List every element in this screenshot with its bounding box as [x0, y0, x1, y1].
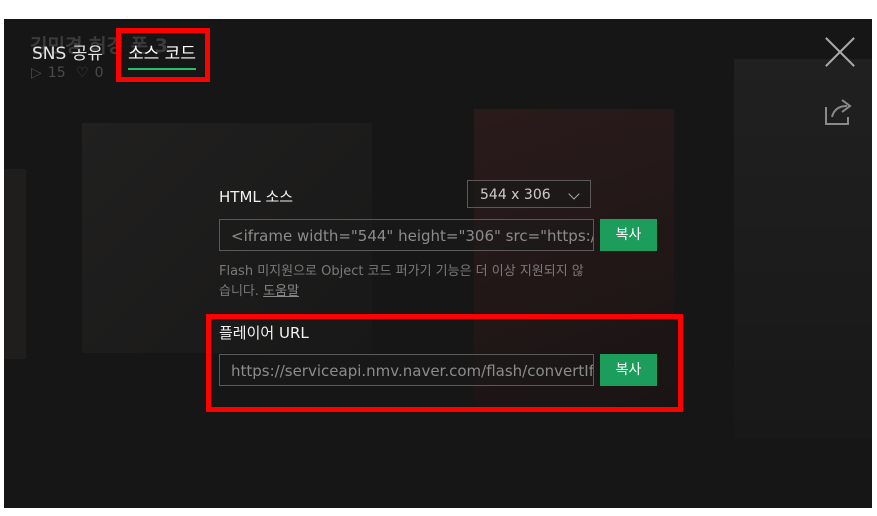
close-icon[interactable]: [822, 34, 858, 70]
embed-size-select[interactable]: 544 x 306: [467, 180, 591, 208]
video-player: 김민경 허경 폰 3 ▷ 15 ♡ 0 SNS 공유 소스 코드 HTML 소스 5…: [4, 19, 872, 508]
html-source-label: HTML 소스: [219, 188, 294, 206]
copy-html-source-button[interactable]: 복사: [600, 219, 657, 251]
share-icon[interactable]: [822, 97, 854, 127]
highlight-box-source-tab: [116, 28, 210, 82]
help-link[interactable]: 도움말: [263, 284, 299, 299]
chevron-down-icon: [568, 188, 580, 200]
video-stats: ▷ 15 ♡ 0: [31, 65, 110, 81]
html-source-field[interactable]: <iframe width="544" height="306" src="ht…: [219, 219, 594, 251]
tab-sns-share[interactable]: SNS 공유: [32, 39, 103, 64]
play-icon: ▷: [31, 65, 42, 81]
highlight-box-player-url: [206, 314, 683, 412]
flash-notice: Flash 미지원으로 Object 코드 퍼가기 기능은 더 이상 지원되지 …: [219, 262, 589, 302]
heart-icon: ♡: [76, 65, 89, 81]
embed-size-value: 544 x 306: [480, 187, 551, 203]
play-count: 15: [47, 65, 66, 81]
like-count: 0: [94, 65, 104, 81]
